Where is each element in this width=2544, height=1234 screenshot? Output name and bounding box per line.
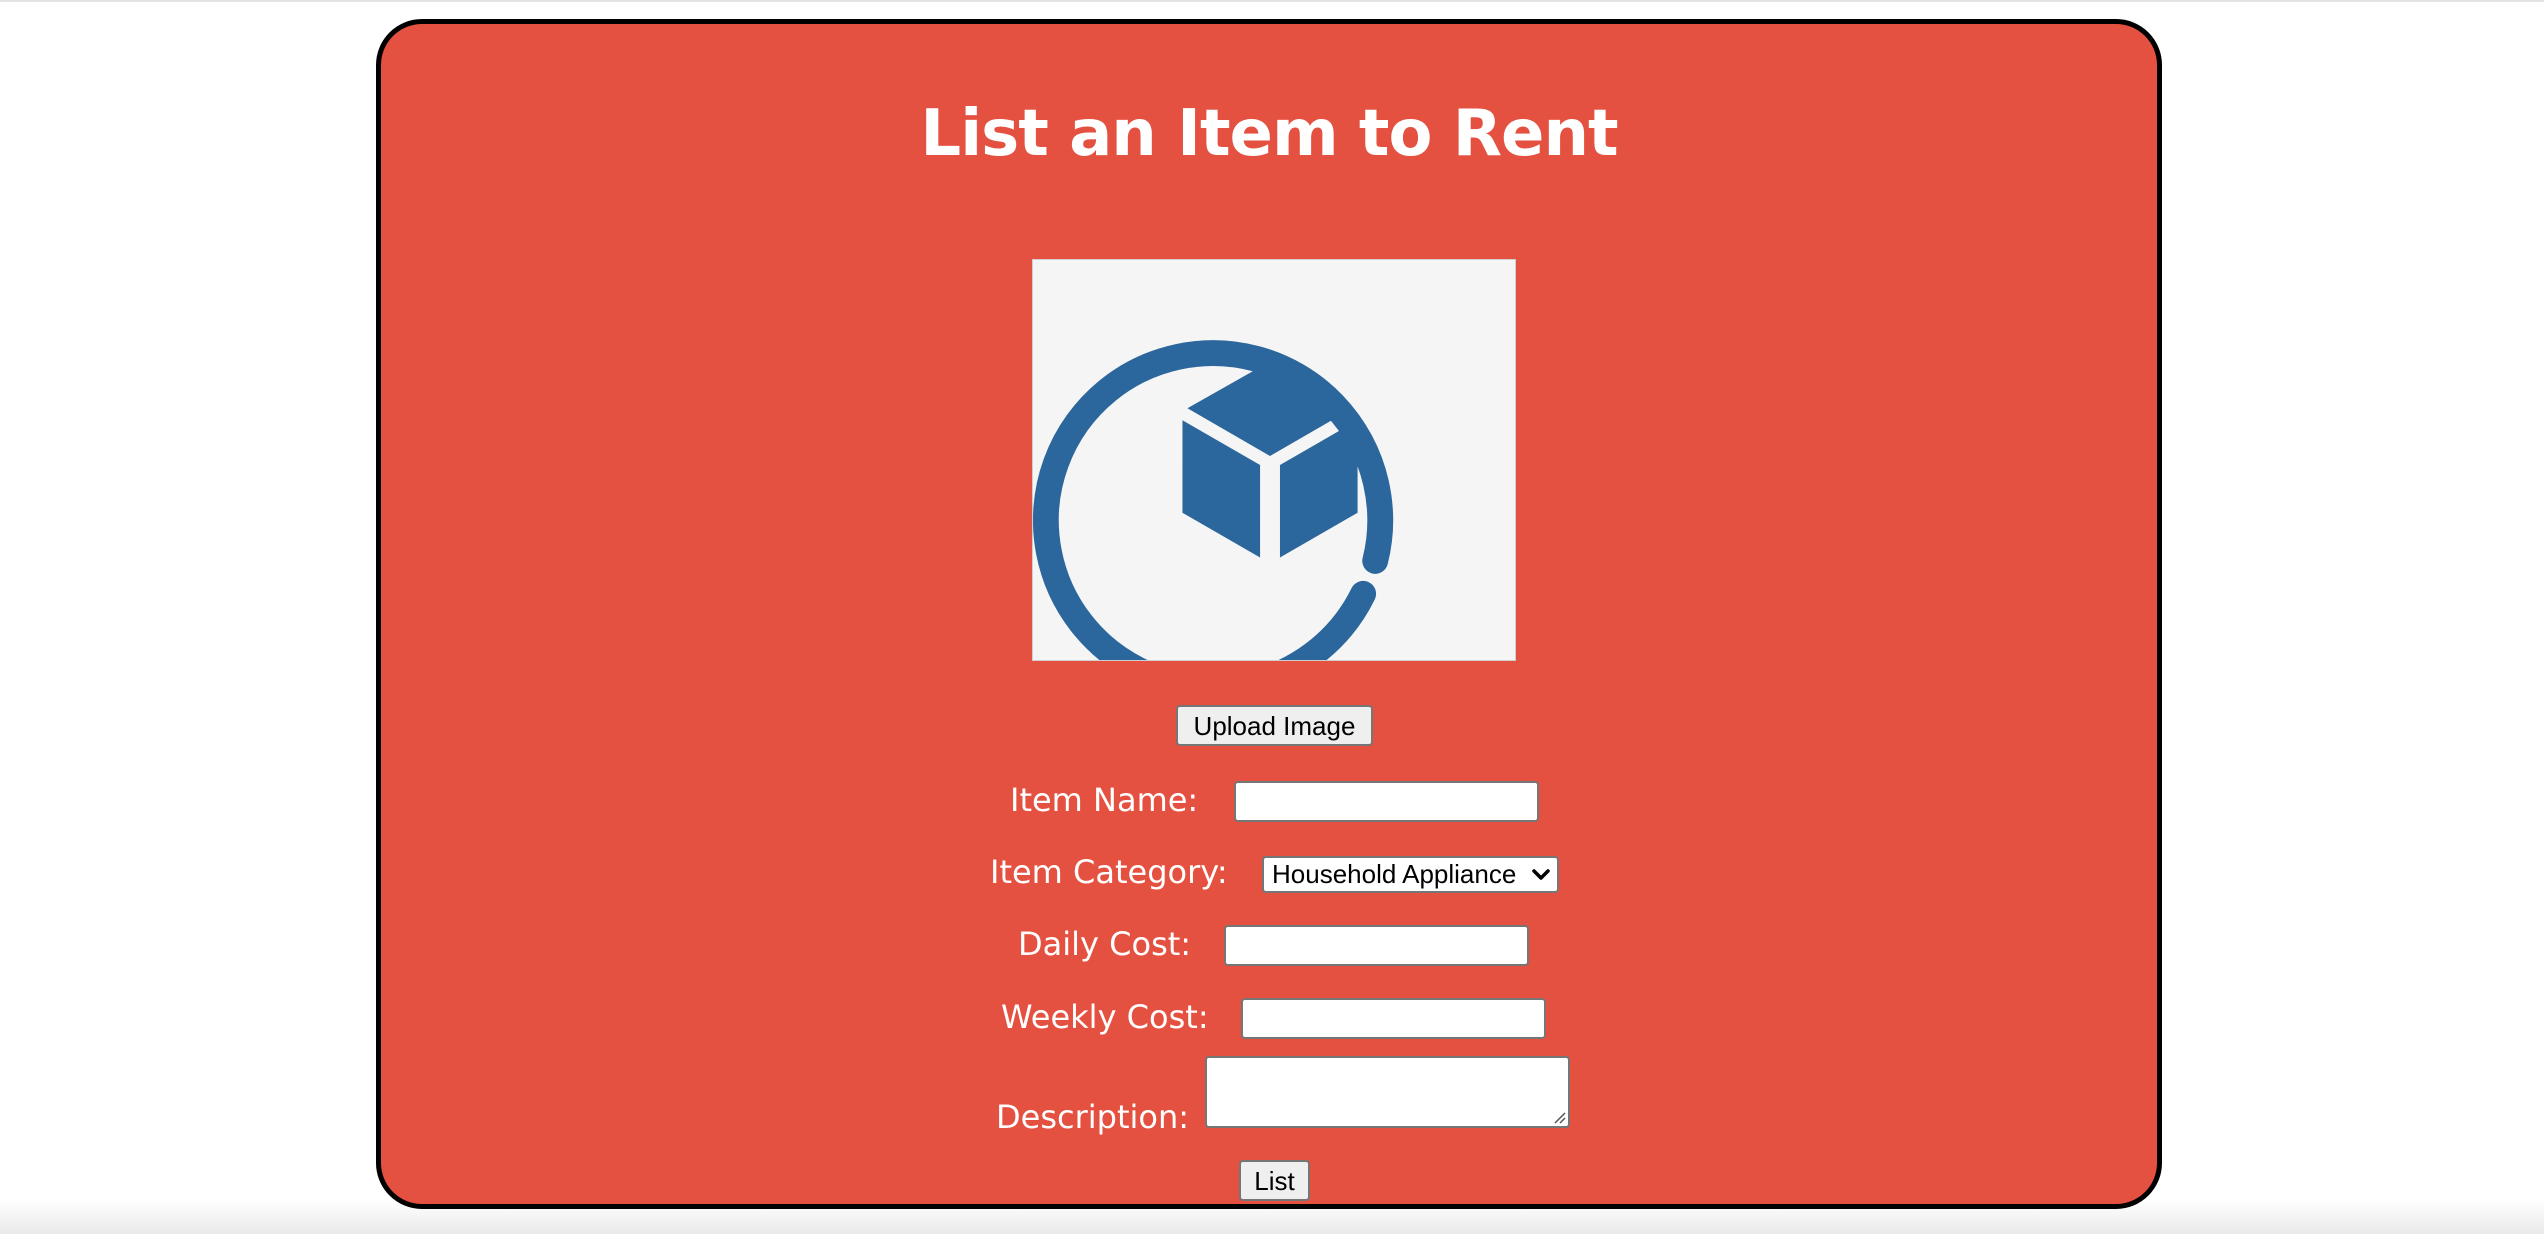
resize-handle-icon[interactable] [1552, 1110, 1566, 1124]
window-top-border [0, 0, 2544, 2]
item-category-select[interactable]: Household Appliance [1262, 856, 1559, 893]
box-logo-icon [1033, 340, 1394, 660]
weekly-cost-label: Weekly Cost: [1001, 998, 1209, 1036]
weekly-cost-field[interactable] [1241, 998, 1546, 1039]
description-textarea[interactable] [1205, 1056, 1570, 1128]
chevron-down-icon [1532, 869, 1550, 880]
daily-cost-label: Daily Cost: [1018, 925, 1192, 963]
description-label: Description: [996, 1098, 1190, 1136]
item-category-selected-value: Household Appliance [1272, 859, 1517, 889]
upload-image-button[interactable]: Upload Image [1176, 705, 1373, 746]
item-name-field[interactable] [1234, 781, 1539, 822]
item-category-label: Item Category: [990, 853, 1228, 891]
daily-cost-field[interactable] [1224, 925, 1529, 966]
listing-form-card: List an Item to Rent Upload Image Item N… [376, 19, 2162, 1209]
list-submit-button[interactable]: List [1239, 1160, 1310, 1201]
item-image-preview [1032, 259, 1516, 661]
item-name-label: Item Name: [1010, 781, 1199, 819]
page-title: List an Item to Rent [920, 97, 1618, 171]
